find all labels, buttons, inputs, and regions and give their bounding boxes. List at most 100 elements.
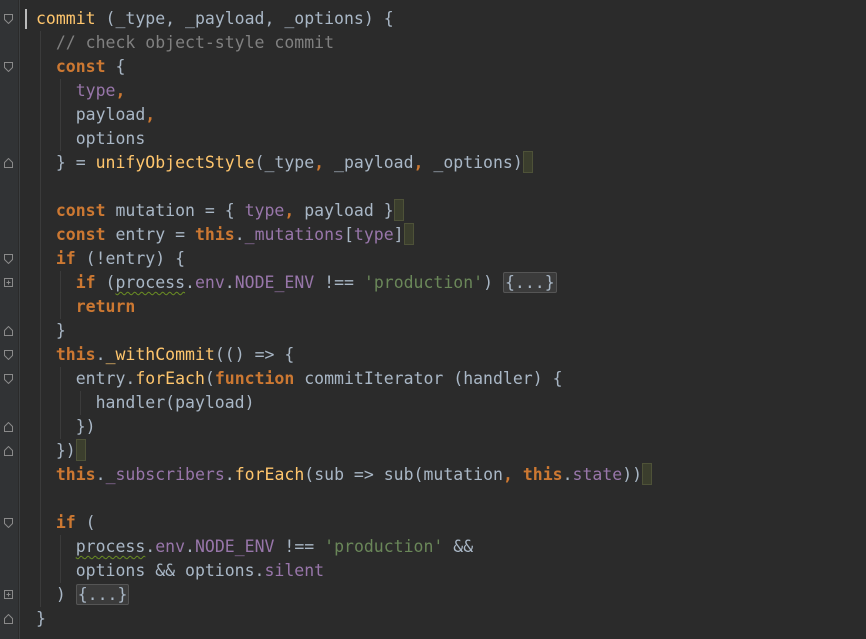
code-area[interactable]: commit (_type, _payload, _options) { // …	[36, 7, 653, 631]
code-token: options	[36, 129, 146, 148]
code-token: function	[214, 369, 295, 388]
code-token: (!entry) {	[75, 249, 186, 268]
code-token: process	[75, 537, 146, 556]
code-token: this	[194, 225, 235, 244]
code-token: (_type	[254, 153, 315, 172]
code-token: )	[483, 273, 503, 292]
code-line[interactable]: }	[36, 607, 652, 631]
code-line[interactable]: handler(payload)	[36, 391, 652, 415]
code-token: .	[145, 537, 156, 556]
code-token: (() => {	[214, 345, 295, 364]
code-token: ,	[284, 201, 295, 220]
fold-close-icon[interactable]	[4, 614, 13, 624]
code-editor[interactable]: commit (_type, _payload, _options) { // …	[0, 0, 866, 639]
code-token: NODE_ENV	[194, 537, 275, 556]
code-line[interactable]: }	[36, 319, 652, 343]
code-token: })	[36, 417, 96, 436]
code-line[interactable]	[36, 175, 652, 199]
fold-close-icon[interactable]	[4, 158, 13, 168]
code-token: .	[185, 273, 195, 292]
code-token: type	[75, 81, 116, 100]
match-highlight	[393, 199, 404, 221]
fold-open-icon[interactable]	[4, 254, 13, 264]
code-token: return	[75, 297, 136, 316]
code-line[interactable]: if (	[36, 511, 652, 535]
code-token: _mutations	[244, 225, 344, 244]
code-line[interactable]: ) {...}	[36, 583, 652, 607]
code-token: const	[55, 201, 106, 220]
code-token: (_type, _payload, _options) {	[105, 9, 394, 28]
code-token: .	[185, 537, 195, 556]
code-token: {	[105, 57, 126, 76]
code-line[interactable]: } = unifyObjectStyle(_type, _payload, _o…	[36, 151, 652, 175]
code-token: .	[234, 225, 245, 244]
code-line[interactable]: entry.forEach(function commitIterator (h…	[36, 367, 652, 391]
text-caret	[25, 9, 27, 29]
code-line[interactable]: if (process.env.NODE_ENV !== 'production…	[36, 271, 652, 295]
code-token: forEach	[135, 369, 205, 388]
code-line[interactable]: this._withCommit(() => {	[36, 343, 652, 367]
code-line[interactable]: })	[36, 415, 652, 439]
match-highlight	[403, 223, 414, 245]
code-line[interactable]: payload,	[36, 103, 652, 127]
fold-expand-icon[interactable]	[4, 278, 13, 288]
code-token: if	[55, 513, 76, 532]
code-token: !==	[274, 537, 325, 556]
fold-open-icon[interactable]	[4, 350, 13, 360]
code-token: entry.	[36, 369, 136, 388]
code-token: (sub => sub(mutation	[304, 465, 503, 484]
code-line[interactable]: process.env.NODE_ENV !== 'production' &&	[36, 535, 652, 559]
code-line[interactable]: if (!entry) {	[36, 247, 652, 271]
code-token: _options)	[423, 153, 523, 172]
code-line[interactable]: commit (_type, _payload, _options) {	[36, 7, 652, 31]
code-token: .	[224, 465, 235, 484]
gutter-divider	[19, 0, 20, 639]
code-line[interactable]	[36, 487, 652, 511]
code-line[interactable]: })	[36, 439, 652, 463]
code-token: [	[343, 225, 354, 244]
fold-open-icon[interactable]	[4, 62, 13, 72]
code-line[interactable]: return	[36, 295, 652, 319]
code-token: unifyObjectStyle	[95, 153, 255, 172]
code-line[interactable]: const mutation = { type, payload }	[36, 199, 652, 223]
fold-expand-icon[interactable]	[4, 590, 13, 600]
fold-close-icon[interactable]	[4, 446, 13, 456]
code-token: ,	[314, 153, 325, 172]
fold-close-icon[interactable]	[4, 422, 13, 432]
code-token: this	[522, 465, 563, 484]
code-token: .	[95, 465, 106, 484]
fold-close-icon[interactable]	[4, 326, 13, 336]
code-line[interactable]: type,	[36, 79, 652, 103]
folded-code-placeholder[interactable]: {...}	[502, 272, 557, 293]
match-highlight	[642, 463, 653, 485]
code-token: .	[562, 465, 573, 484]
code-token: commit	[36, 9, 106, 28]
code-line[interactable]: this._subscribers.forEach(sub => sub(mut…	[36, 463, 653, 487]
code-token: (	[204, 369, 215, 388]
code-line[interactable]: options	[36, 127, 652, 151]
code-token: const	[55, 57, 106, 76]
code-token: entry =	[105, 225, 195, 244]
code-token: silent	[264, 561, 325, 580]
code-line[interactable]: options && options.silent	[36, 559, 652, 583]
fold-open-icon[interactable]	[4, 518, 13, 528]
code-token: ,	[502, 465, 513, 484]
code-token: (	[75, 513, 96, 532]
fold-open-icon[interactable]	[4, 374, 13, 384]
code-token: type	[353, 225, 394, 244]
code-line[interactable]: const entry = this._mutations[type]	[36, 223, 652, 247]
folded-code-placeholder[interactable]: {...}	[75, 584, 130, 605]
code-token: this	[55, 465, 96, 484]
fold-open-icon[interactable]	[4, 14, 13, 24]
code-token: !==	[314, 273, 364, 292]
code-token: // check object-style commit	[36, 33, 335, 52]
code-line[interactable]: // check object-style commit	[36, 31, 652, 55]
code-token: ,	[145, 105, 156, 124]
code-token: NODE_ENV	[234, 273, 315, 292]
code-line[interactable]: const {	[36, 55, 652, 79]
